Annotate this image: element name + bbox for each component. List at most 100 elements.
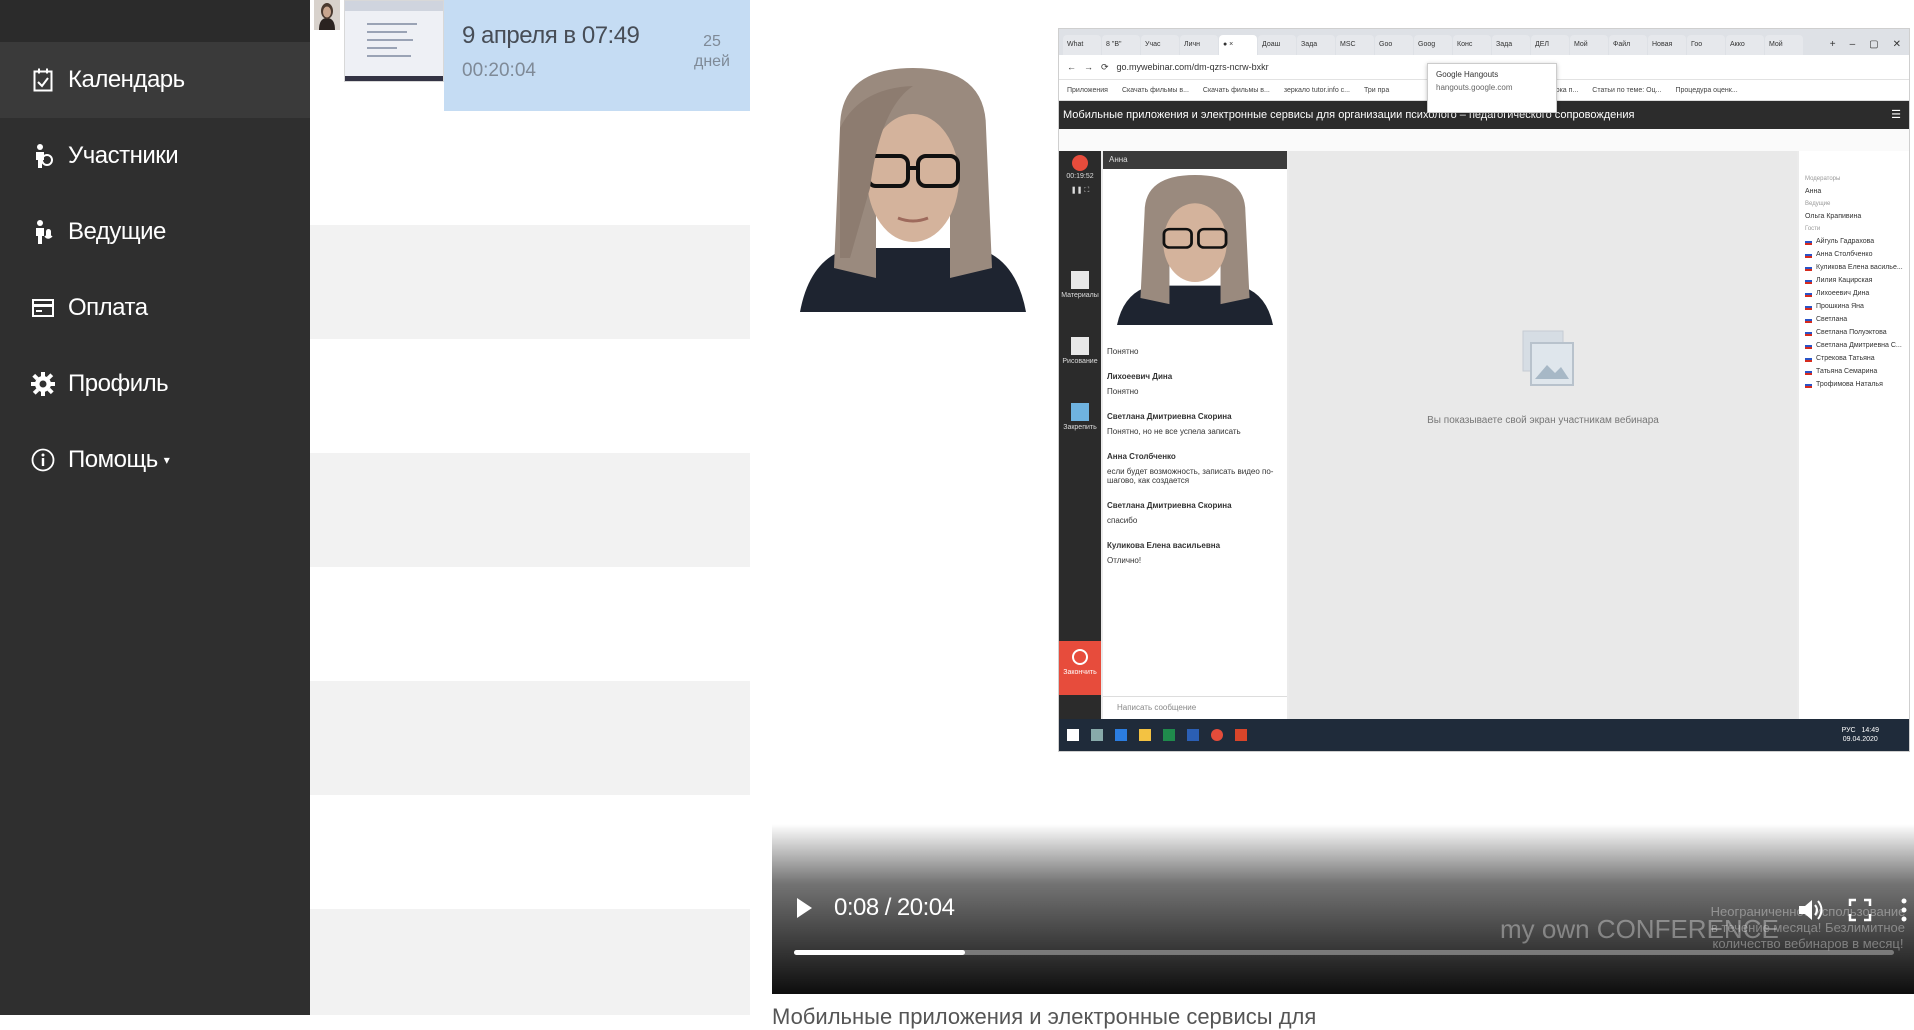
selected-recording[interactable]: 9 апреля в 07:49 00:20:04 25 дней (444, 0, 750, 111)
tab-tooltip: Google Hangouts hangouts.google.com (1427, 63, 1557, 113)
recording-thumbnail[interactable] (344, 0, 444, 82)
bookmark: Три пра (1364, 86, 1390, 94)
fullscreen-button[interactable] (1846, 896, 1874, 924)
nav-label-help: Помощь (68, 446, 158, 473)
recording-date: 9 апреля в 07:49 (462, 22, 640, 49)
chrome-icon (1211, 729, 1223, 741)
credit-card-icon (30, 294, 56, 322)
video-player-area: What 8 "В" Учас Личн ● × Доаш Зада MSC G… (750, 0, 1914, 1029)
sidebar-top-strip (0, 0, 310, 42)
more-vert-icon (1901, 898, 1907, 922)
tooltip-title: Google Hangouts (1436, 70, 1499, 79)
host-avatar (314, 0, 340, 30)
pin-tool: Закрепить (1059, 403, 1101, 431)
browser-tab: Новая (1648, 35, 1686, 55)
webinar-timer: 00:19:52 (1066, 173, 1094, 180)
nav-item-profile[interactable]: Профиль (0, 346, 310, 422)
browser-tab: Гоо (1687, 35, 1725, 55)
word-icon (1187, 729, 1199, 741)
info-icon (30, 446, 56, 474)
play-button[interactable] (794, 896, 814, 920)
back-icon: ← (1067, 62, 1076, 72)
webinar-room: 00:19:52 ❚❚ ⛶ Материалы Рисование Закреп… (1059, 151, 1909, 719)
nav-label-participants: Участники (68, 142, 179, 169)
url-text: go.mywebinar.com/dm-qzrs-ncrw-bxkr (1116, 62, 1269, 72)
participants-icon (30, 142, 56, 170)
nav-item-participants[interactable]: Участники (0, 118, 310, 194)
nav-label-profile: Профиль (68, 370, 169, 397)
browser-tab: Доаш (1258, 35, 1296, 55)
more-options-button[interactable] (1890, 896, 1914, 924)
recordings-list: 9 апреля в 07:49 00:20:04 25 дней (310, 0, 750, 1015)
nav-item-calendar[interactable]: Календарь (0, 42, 310, 118)
window-controls: + – ▢ ✕ (1829, 39, 1901, 50)
chat-column: Анна Понятно Лихоеевич Дина Понятно Светл… (1103, 151, 1287, 719)
stage-message: Вы показываете свой экран участникам веб… (1427, 415, 1659, 426)
browser-tab: ● × (1219, 35, 1257, 55)
start-icon (1067, 729, 1079, 741)
browser-tab: Файл (1609, 35, 1647, 55)
play-icon (797, 898, 812, 918)
list-row-empty (310, 111, 750, 225)
windows-taskbar: РУС 14:49 09.04.2020 (1059, 719, 1909, 751)
taskview-icon (1091, 729, 1103, 741)
cam-header: Анна (1103, 151, 1287, 169)
browser-tab: Зада (1492, 35, 1530, 55)
list-row-empty (310, 681, 750, 795)
screen-share-stage: Вы показываете свой экран участникам веб… (1289, 151, 1797, 719)
gear-icon (30, 370, 56, 398)
picture-placeholder-icon (1521, 329, 1575, 401)
edge-icon (1115, 729, 1127, 741)
browser-tab: Goog (1414, 35, 1452, 55)
participants-panel: Модераторы Анна Ведущие Ольга Крапивина … (1799, 151, 1909, 719)
bookmark: Приложения (1067, 86, 1108, 94)
volume-button[interactable] (1796, 896, 1824, 924)
nav-label-hosts: Ведущие (68, 218, 166, 245)
chevron-down-icon: ▾ (163, 453, 170, 467)
participant-row: Анна Столбченко (1799, 248, 1909, 261)
webinar-toolbar: 00:19:52 ❚❚ ⛶ Материалы Рисование Закреп… (1059, 151, 1101, 719)
list-row-empty (310, 453, 750, 567)
participant-row: Куликова Елена василье... (1799, 261, 1909, 274)
browser-tab: Goo (1375, 35, 1413, 55)
list-row-empty (310, 795, 750, 909)
participant-row: Анна (1805, 188, 1822, 195)
nav-item-hosts[interactable]: Ведущие (0, 194, 310, 270)
browser-tab: What (1063, 35, 1101, 55)
participant-row: Стрекова Татьяна (1799, 352, 1909, 365)
time-separator: / (884, 894, 892, 921)
browser-tab: MSC (1336, 35, 1374, 55)
chat-messages: Понятно Лихоеевич Дина Понятно Светлана Д… (1107, 347, 1274, 565)
brand-watermark: my own CONFERENCE Неограниченное использ… (1490, 904, 1906, 984)
sidebar: Календарь Участники Ведущие Оплата Профи… (0, 0, 310, 1015)
bookmark: Процедура оценк... (1675, 86, 1738, 94)
browser-tab: Акко (1726, 35, 1764, 55)
current-time: 0:08 (834, 894, 879, 921)
nav-item-payment[interactable]: Оплата (0, 270, 310, 346)
browser-tab: Мой (1570, 35, 1608, 55)
menu-icon: ☰ (1891, 109, 1901, 121)
participant-row: Светлана (1799, 313, 1909, 326)
host-cam-small (1117, 175, 1273, 325)
participant-row: Лихоеевич Дина (1799, 287, 1909, 300)
nav-item-help[interactable]: Помощь ▾ (0, 422, 310, 498)
browser-tab: ДЕЛ (1531, 35, 1569, 55)
browser-tab: Конс (1453, 35, 1491, 55)
video-caption: Мобильные приложения и электронные серви… (772, 1004, 1317, 1029)
browser-tab: 8 "В" (1102, 35, 1140, 55)
browser-tab: Личн (1180, 35, 1218, 55)
browser-tab-strip: What 8 "В" Учас Личн ● × Доаш Зада MSC G… (1059, 29, 1909, 55)
bookmark: Скачать фильмы в... (1202, 86, 1270, 94)
recording-item[interactable]: 9 апреля в 07:49 00:20:04 25 дней (310, 0, 750, 111)
progress-bar[interactable] (794, 950, 1894, 955)
recording-duration: 00:20:04 (462, 60, 536, 81)
bookmark: Скачать фильмы в... (1121, 86, 1189, 94)
participant-row: Светлана Полуэктова (1799, 326, 1909, 339)
reload-icon: ⟳ (1101, 61, 1109, 72)
list-row-empty (310, 339, 750, 453)
progress-fill (794, 950, 965, 955)
microphone-icon (30, 218, 56, 246)
record-indicator: 00:19:52 ❚❚ ⛶ (1059, 155, 1101, 195)
browser-tab: Зада (1297, 35, 1335, 55)
tooltip-url: hangouts.google.com (1436, 83, 1513, 92)
